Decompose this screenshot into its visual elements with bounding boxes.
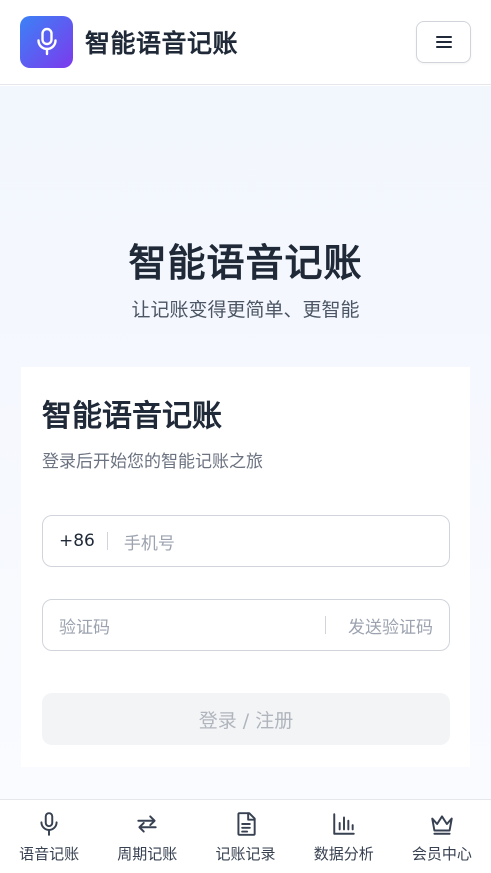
tab-label: 会员中心 xyxy=(411,845,472,863)
phone-field[interactable]: +86 手机号 xyxy=(42,515,450,567)
login-card-title: 智能语音记账 xyxy=(42,399,222,434)
login-card: 智能语音记账 登录后开始您的智能记账之旅 +86 手机号 验证码 发送验证码 登… xyxy=(21,367,470,767)
app-title: 智能语音记账 xyxy=(85,29,239,58)
tab-voice-bookkeeping[interactable]: 语音记账 xyxy=(0,800,98,873)
crown-icon xyxy=(431,815,453,835)
tab-label: 记账记录 xyxy=(215,845,276,863)
tab-label: 周期记账 xyxy=(117,845,178,863)
verification-code-field[interactable]: 验证码 发送验证码 xyxy=(42,599,450,651)
hero-title: 智能语音记账 xyxy=(128,241,363,285)
hero-subtitle: 让记账变得更简单、更智能 xyxy=(131,299,360,321)
login-card-subtitle: 登录后开始您的智能记账之旅 xyxy=(42,452,263,472)
repeat-icon xyxy=(137,815,157,833)
tab-label: 数据分析 xyxy=(313,845,374,863)
tab-recurring-bookkeeping[interactable]: 周期记账 xyxy=(98,800,196,873)
country-code-prefix[interactable]: +86 xyxy=(43,531,95,551)
app-header: 智能语音记账 xyxy=(0,0,491,85)
field-divider xyxy=(106,532,108,550)
bar-chart-icon xyxy=(332,813,355,835)
tab-label: 语音记账 xyxy=(19,845,80,863)
verification-code-input[interactable]: 验证码 xyxy=(43,613,325,638)
main-content: 智能语音记账 让记账变得更简单、更智能 智能语音记账 登录后开始您的智能记账之旅… xyxy=(0,86,491,799)
hamburger-menu-icon xyxy=(435,36,452,48)
login-register-button[interactable]: 登录 / 注册 xyxy=(42,693,450,745)
tab-records[interactable]: 记账记录 xyxy=(196,800,294,873)
send-code-button[interactable]: 发送验证码 xyxy=(325,600,449,650)
menu-button[interactable] xyxy=(416,21,471,63)
tab-data-analysis[interactable]: 数据分析 xyxy=(295,800,393,873)
send-code-label: 发送验证码 xyxy=(348,617,433,638)
document-icon xyxy=(236,812,256,836)
field-divider xyxy=(325,616,326,634)
microphone-icon xyxy=(40,812,58,836)
phone-input[interactable]: 手机号 xyxy=(124,529,175,554)
microphone-icon xyxy=(36,27,57,56)
app-logo xyxy=(20,16,73,68)
bottom-tab-bar: 语音记账 周期记账 记账记录 数据分析 会员中心 xyxy=(0,799,491,873)
tab-membership-center[interactable]: 会员中心 xyxy=(393,800,491,873)
